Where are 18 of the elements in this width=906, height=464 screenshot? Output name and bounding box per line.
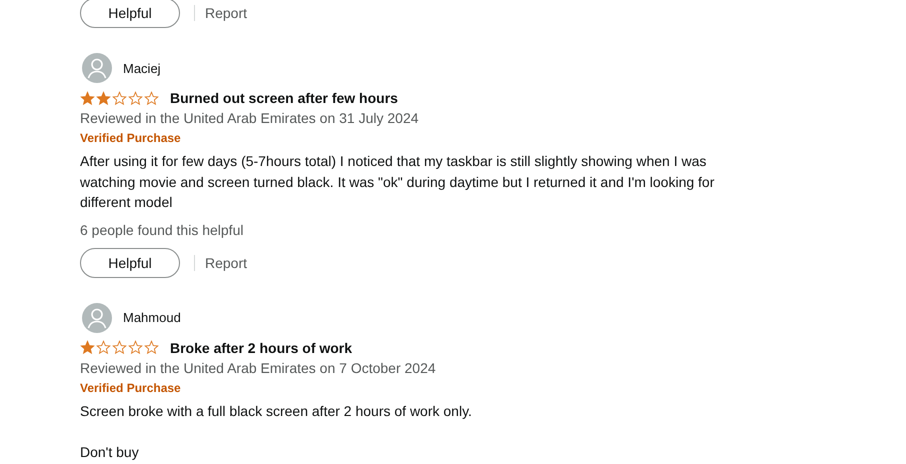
avatar-icon (82, 302, 112, 332)
reviewer-name: Maciej (123, 60, 161, 76)
review-title[interactable]: Broke after 2 hours of work (170, 340, 352, 356)
report-link[interactable]: Report (205, 254, 248, 270)
verified-purchase-label: Verified Purchase (80, 130, 182, 147)
review-text: Don't buy (80, 442, 140, 462)
review-text: After using it for few days (5-7hours total) I noticed that my taskbar is still slightly showing when I was watching movie and screen turned black. It was "ok" during daytime but I returned it and I'm looking for different model (80, 152, 716, 212)
avatar-icon (82, 53, 112, 83)
review-text: Screen broke with a full black screen after 2 hours of work only. (80, 402, 473, 421)
helpful-button[interactable]: Helpful (80, 248, 180, 278)
helpful-count: 6 people found this helpful (80, 220, 244, 240)
helpful-button[interactable]: Helpful (80, 0, 180, 28)
verified-purchase-label: Verified Purchase (80, 380, 182, 396)
review-date: Reviewed in the United Arab Emirates on 7 October 2024 (80, 358, 437, 378)
reviewer-name: Mahmoud (123, 310, 181, 325)
review-title[interactable]: Burned out screen after few hours (170, 90, 398, 106)
review-date: Reviewed in the United Arab Emirates on 31 July 2024 (80, 109, 420, 128)
report-link[interactable]: Report (205, 5, 248, 21)
